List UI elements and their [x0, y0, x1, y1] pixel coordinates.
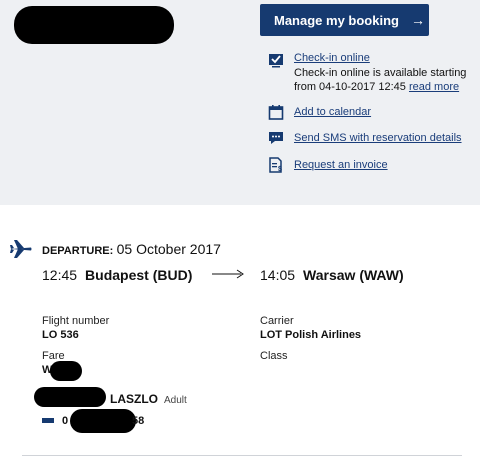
- departure-date: 05 October 2017: [116, 241, 221, 257]
- redacted-ticket-number: [70, 409, 136, 433]
- checkin-icon: [269, 54, 283, 68]
- passenger-type: Adult: [164, 395, 187, 406]
- divider: [22, 455, 462, 456]
- departure-label: DEPARTURE:: [42, 245, 114, 257]
- route-arrow-icon: [212, 269, 244, 279]
- request-invoice-link[interactable]: Request an invoice: [294, 159, 388, 171]
- passenger-first-name: LASZLO: [110, 392, 158, 406]
- svg-text:$: $: [278, 166, 282, 173]
- carrier-label: Carrier: [260, 315, 294, 327]
- airplane-icon: [10, 240, 32, 258]
- departure-time: 12:45: [42, 267, 78, 283]
- departure-city: Budapest (BUD): [85, 267, 193, 283]
- arrival-city: Warsaw (WAW): [303, 267, 404, 283]
- class-label: Class: [260, 350, 288, 362]
- checkin-online-link[interactable]: Check-in online: [294, 52, 370, 64]
- checkin-line-2: from 04-10-2017 12:45 read more: [294, 80, 466, 94]
- invoice-icon: $: [269, 157, 282, 173]
- passenger-name: LASZLO Adult: [110, 392, 187, 406]
- arrival-time: 14:05: [260, 267, 296, 283]
- send-sms-link[interactable]: Send SMS with reservation details: [294, 132, 462, 144]
- redacted-fare: [50, 361, 82, 381]
- carrier-value: LOT Polish Airlines: [260, 329, 362, 341]
- departure-heading: DEPARTURE: 05 October 2017: [42, 241, 221, 257]
- chat-bubble-icon: [269, 132, 283, 144]
- checkin-line-1: Check-in online is available starting: [294, 67, 467, 79]
- calendar-icon: [268, 105, 284, 120]
- manage-my-booking-button[interactable]: Manage my booking →: [260, 4, 429, 36]
- add-to-calendar-link[interactable]: Add to calendar: [294, 106, 371, 118]
- manage-my-booking-label: Manage my booking: [274, 12, 399, 28]
- redacted-passenger-surname: [34, 387, 106, 407]
- arrival-time-city: 14:05 Warsaw (WAW): [260, 267, 404, 283]
- checkin-availability-text: Check-in online is available starting fr…: [294, 66, 466, 94]
- ticket-suffix: 58: [132, 415, 145, 427]
- redacted-booking-name: [14, 6, 174, 44]
- departure-time-city: 12:45 Budapest (BUD): [42, 267, 192, 283]
- arrow-right-icon: →: [410, 12, 425, 28]
- flight-number-label: Flight number: [42, 315, 110, 327]
- flight-number-value: LO 536: [42, 329, 79, 341]
- checkin-date-text: from 04-10-2017 12:45: [294, 81, 406, 93]
- read-more-link[interactable]: read more: [409, 81, 459, 93]
- ticket-flag-icon: [42, 418, 54, 423]
- ticket-prefix: 0: [62, 415, 69, 427]
